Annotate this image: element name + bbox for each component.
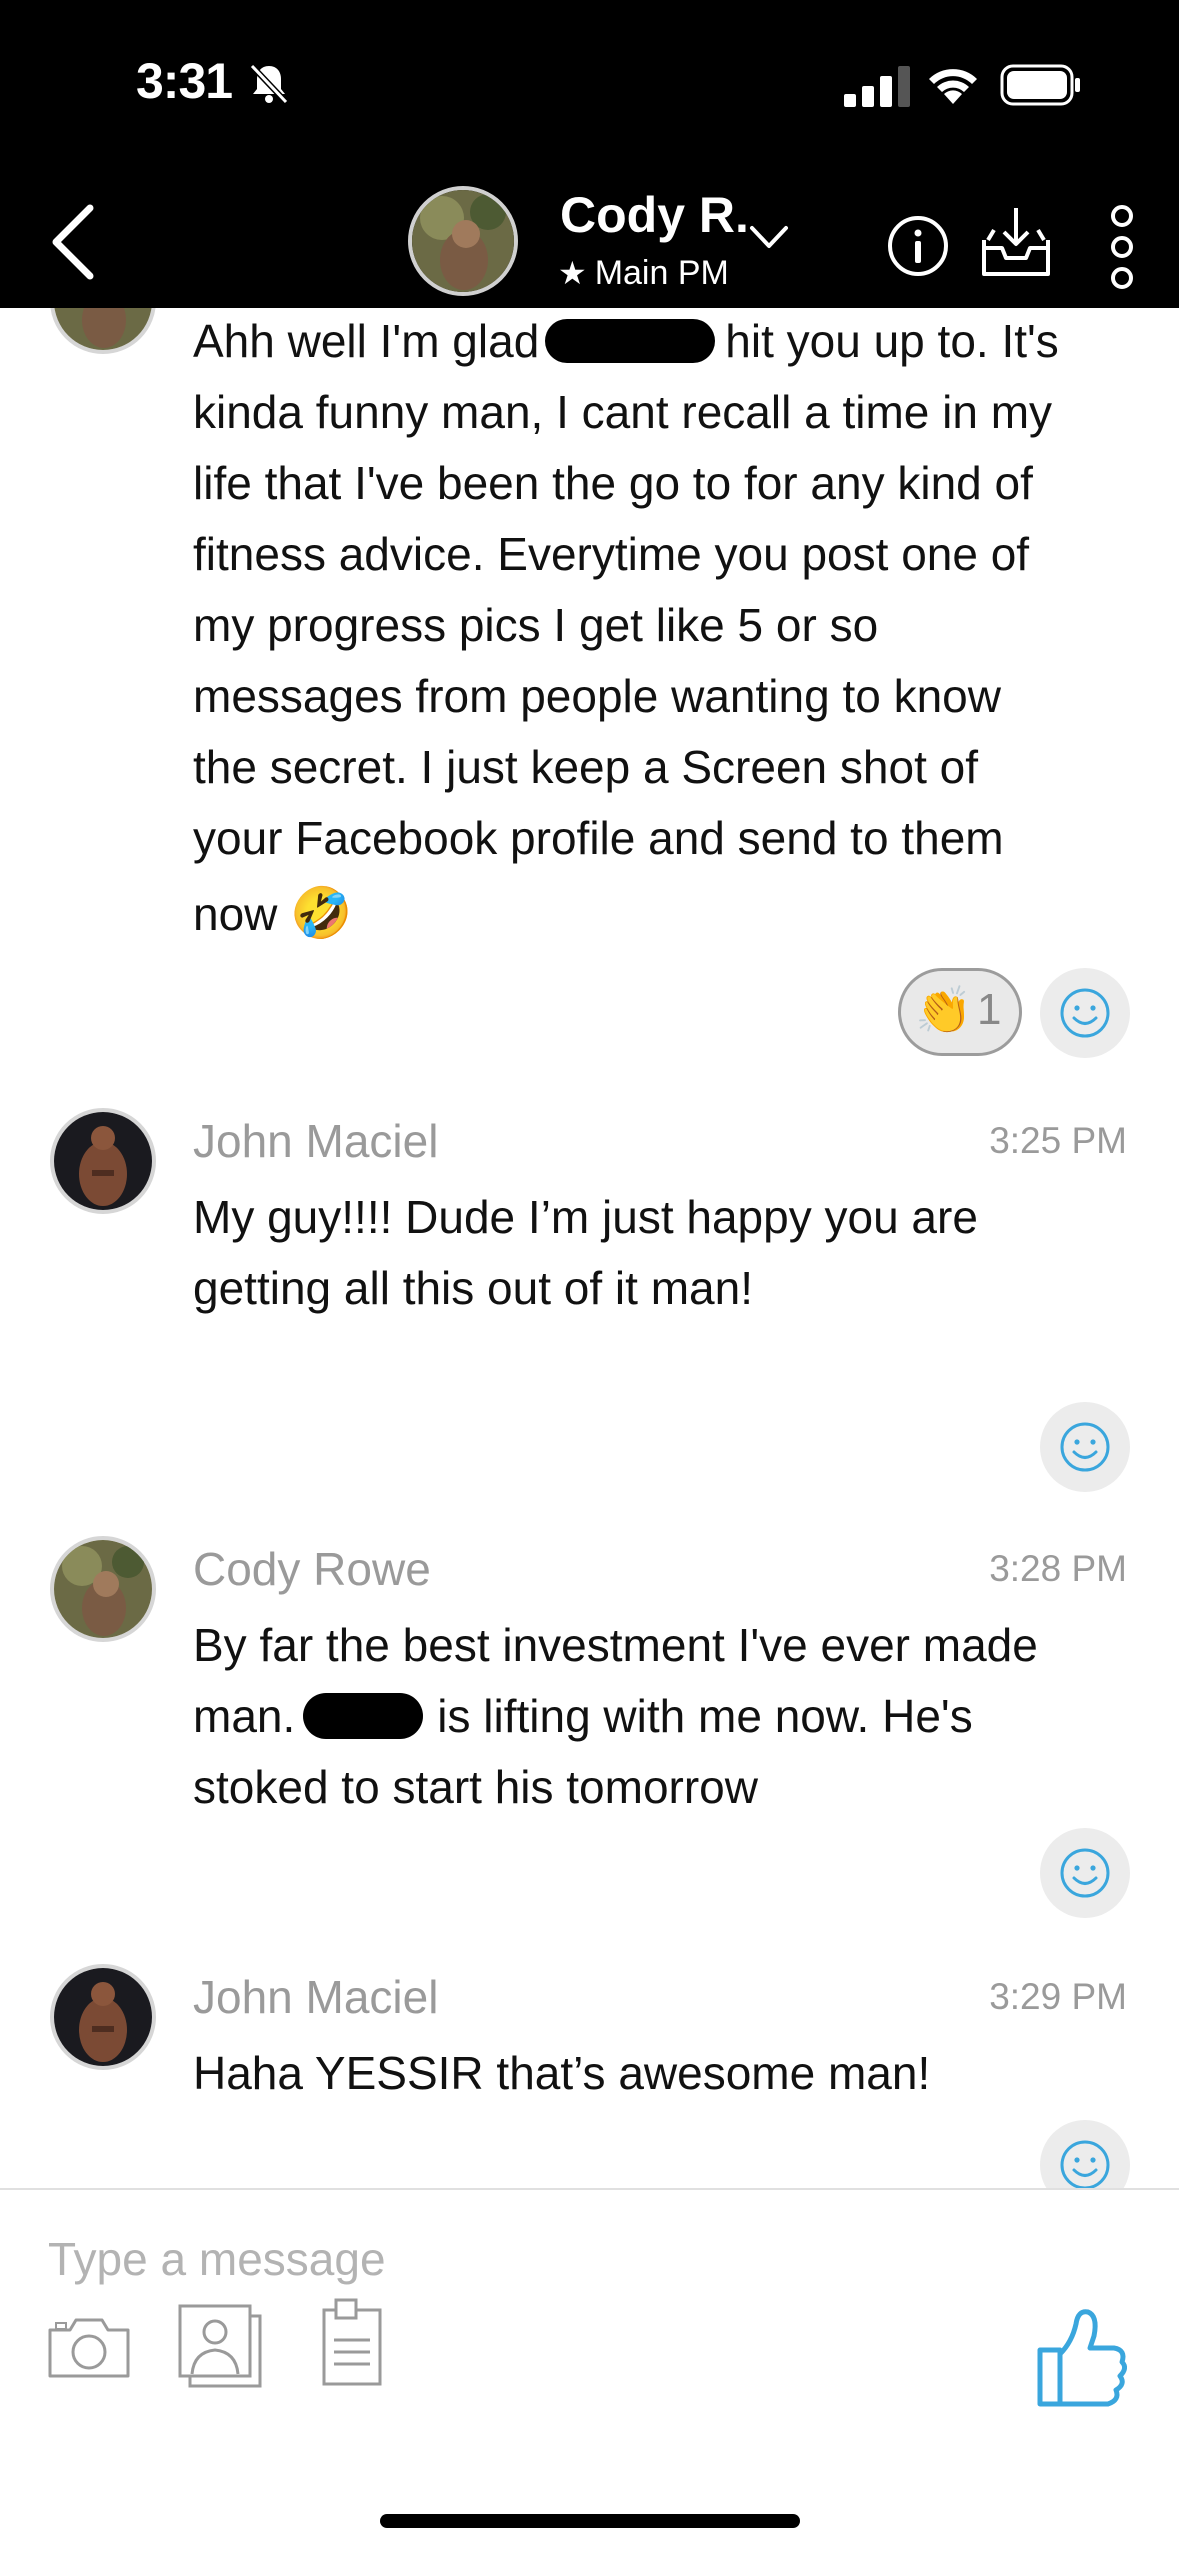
chat-header: 3:31 Cody R. ★ Main PM: [0, 0, 1179, 308]
chevron-down-icon[interactable]: [748, 222, 790, 252]
message-line: man.: [193, 1690, 296, 1742]
add-reaction-button[interactable]: [1040, 2120, 1130, 2188]
add-reaction-button[interactable]: [1040, 968, 1130, 1058]
message-line: getting all this out of it man!: [193, 1262, 753, 1314]
conversation-type: ★ Main PM: [558, 254, 729, 293]
inbox-download-icon[interactable]: [976, 204, 1056, 280]
battery-icon: [1000, 64, 1080, 106]
message-line: My guy!!!! Dude I’m just happy you are: [193, 1191, 978, 1243]
camera-icon[interactable]: [46, 2310, 132, 2382]
redacted-name: [303, 1692, 424, 1739]
star-icon: ★: [558, 255, 587, 291]
home-indicator[interactable]: [380, 2514, 800, 2528]
message-line: the secret. I just keep a Screen shot of: [193, 741, 978, 793]
wifi-icon: [929, 69, 977, 104]
message-input[interactable]: [48, 2224, 948, 2294]
message-line: kinda funny man, I cant recall a time in…: [193, 386, 1053, 438]
message-composer: [0, 2188, 1179, 2556]
more-options-icon[interactable]: [1102, 202, 1142, 292]
document-icon[interactable]: [318, 2296, 386, 2390]
message-line: messages from people wanting to know: [193, 670, 1001, 722]
message-line: stoked to start his tomorrow: [193, 1761, 758, 1813]
rolling-laughing-emoji: 🤣: [290, 885, 353, 941]
message-line: Ahh well I'm glad: [193, 315, 540, 367]
reaction-clap-pill[interactable]: 👏 1: [898, 968, 1022, 1056]
status-time: 3:31: [136, 53, 233, 109]
smiley-icon: [1060, 1422, 1110, 1472]
sender-avatar[interactable]: [50, 1536, 156, 1642]
reaction-count: 1: [977, 985, 1002, 1034]
message-line: By far the best investment I've ever mad…: [193, 1619, 1038, 1671]
info-icon[interactable]: [886, 214, 950, 278]
back-arrow-icon[interactable]: [46, 200, 102, 284]
sender-avatar[interactable]: [50, 308, 156, 354]
message-line: hit you up to. It's: [725, 315, 1059, 367]
sender-avatar[interactable]: [50, 1964, 156, 2070]
message-list[interactable]: Ahh well I'm glad hit you up to. It's kin…: [0, 308, 1179, 2188]
message-line: life that I've been the go to for any ki…: [193, 457, 1033, 509]
smiley-icon: [1060, 2140, 1110, 2188]
contact-name[interactable]: Cody R.: [560, 186, 749, 244]
message-text: My guy!!!! Dude I’m just happy you are g…: [193, 1182, 1133, 1324]
message-line: my progress pics I get like 5 or so: [193, 599, 879, 651]
contact-avatar[interactable]: [408, 186, 518, 296]
smiley-icon: [1060, 1848, 1110, 1898]
message-line: is lifting with me now. He's: [437, 1690, 973, 1742]
message-timestamp: 3:29 PM: [989, 1976, 1127, 2017]
message-timestamp: 3:28 PM: [989, 1548, 1127, 1589]
redacted-name: [545, 318, 716, 363]
sender-name: John Maciel: [193, 1115, 439, 1167]
conversation-type-label: Main PM: [594, 254, 729, 292]
sender-name: Cody Rowe: [193, 1543, 431, 1595]
gallery-photo-icon[interactable]: [176, 2302, 266, 2390]
sender-name: John Maciel: [193, 1971, 439, 2023]
add-reaction-button[interactable]: [1040, 1402, 1130, 1492]
message-text: Haha YESSIR that’s awesome man!: [193, 2038, 1133, 2109]
thumbs-up-icon[interactable]: [1030, 2302, 1130, 2412]
add-reaction-button[interactable]: [1040, 1828, 1130, 1918]
message-line: Haha YESSIR that’s awesome man!: [193, 2047, 931, 2099]
message-line: fitness advice. Everytime you post one o…: [193, 528, 1030, 580]
sender-avatar[interactable]: [50, 1108, 156, 1214]
bell-muted-icon: [249, 63, 289, 105]
message-line: now: [193, 888, 278, 940]
clapping-hands-icon: 👏: [915, 984, 973, 1036]
message-timestamp: 3:25 PM: [989, 1120, 1127, 1161]
smiley-icon: [1060, 988, 1110, 1038]
message-text: By far the best investment I've ever mad…: [193, 1610, 1133, 1823]
message-line: your Facebook profile and send to them: [193, 812, 1004, 864]
message-text: Ahh well I'm glad hit you up to. It's kin…: [193, 308, 1133, 950]
cellular-signal-icon: [844, 66, 910, 107]
